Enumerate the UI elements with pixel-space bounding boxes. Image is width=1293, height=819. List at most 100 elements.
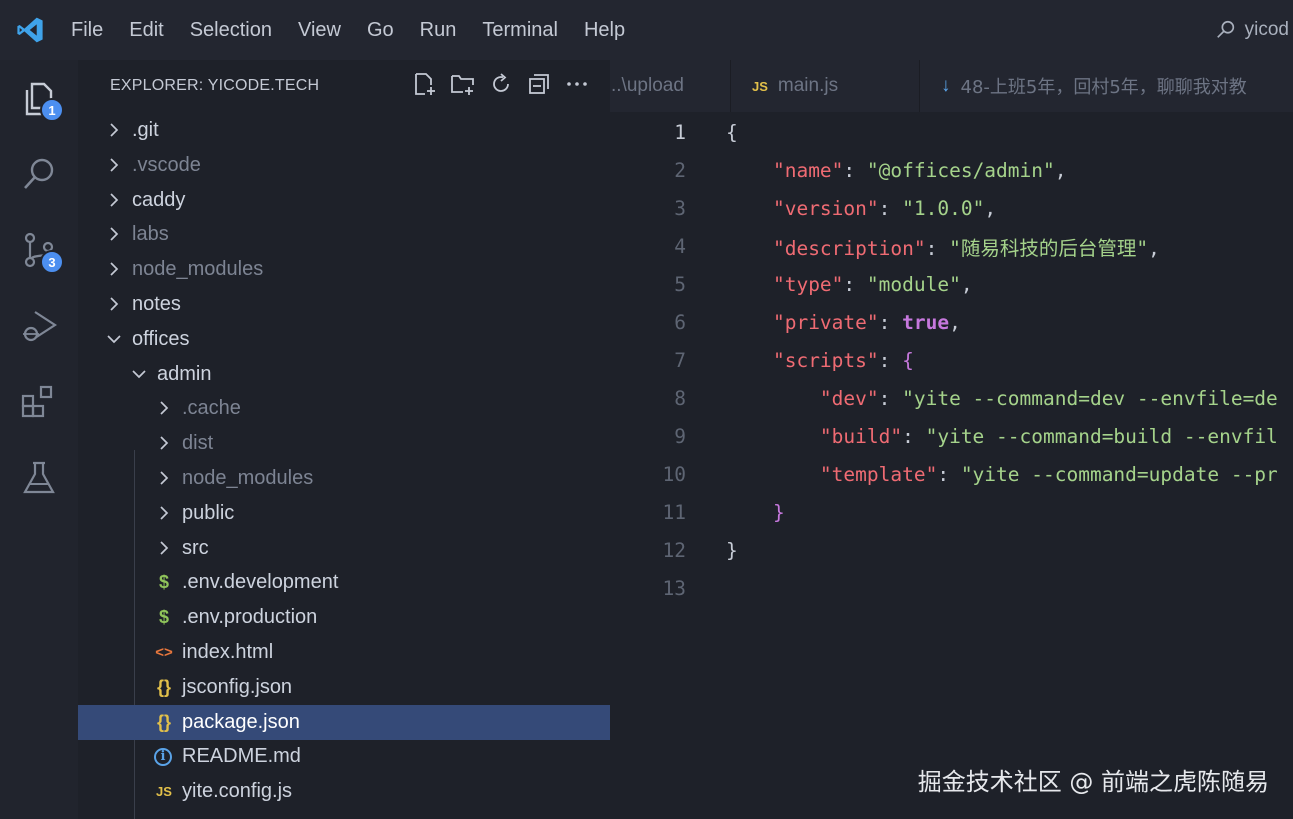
menu-run[interactable]: Run (407, 0, 470, 60)
tree-file-readme-md[interactable]: i README.md (78, 739, 610, 774)
code-line: 12} (610, 531, 1293, 569)
code-token: "private" (772, 310, 879, 334)
chevron-right-icon (110, 123, 119, 137)
menu-edit[interactable]: Edit (116, 0, 176, 60)
code-token: : (925, 236, 950, 260)
tree-folder-offices[interactable]: offices (78, 322, 610, 357)
code-token: { (726, 120, 738, 144)
menu-bar: File Edit Selection View Go Run Terminal Help (58, 0, 638, 60)
activity-source-control[interactable]: 3 (0, 212, 78, 288)
code-text: } (726, 539, 738, 562)
code-token: } (772, 500, 785, 524)
tree-file-package-json[interactable]: {} package.json (78, 704, 610, 740)
tab-main-js[interactable]: JS main.js (731, 60, 919, 112)
testing-icon (23, 461, 55, 494)
tree-folder-public[interactable]: public (78, 496, 610, 531)
code-text: "scripts": { (726, 349, 914, 372)
menu-view[interactable]: View (285, 0, 354, 60)
editor-tab-bar: ..\upload JS main.js ↓ 48-上班5年，回村5年，聊聊我对… (610, 60, 1293, 112)
code-token: "module" (866, 272, 961, 296)
code-token: , (1148, 236, 1160, 260)
chevron-right-icon (110, 158, 119, 172)
info-file-icon: i (154, 747, 172, 766)
code-line: 7 "scripts": { (610, 341, 1293, 379)
chevron-down-icon (132, 369, 146, 378)
code-token: : (878, 310, 903, 334)
code-token: "随易科技的后台管理" (949, 236, 1149, 260)
code-line: 6 "private": true, (610, 303, 1293, 341)
menu-selection[interactable]: Selection (177, 0, 285, 60)
explorer-actions (411, 70, 590, 97)
tree-folder-cache[interactable]: .cache (78, 391, 610, 426)
code-line: 10 "template": "yite --command=update --… (610, 455, 1293, 493)
line-number: 1 (674, 120, 686, 144)
explorer-badge: 1 (40, 98, 64, 122)
tree-item-label: .env.development (182, 571, 339, 594)
chevron-right-icon (110, 297, 119, 311)
new-folder-button[interactable] (449, 70, 476, 97)
tree-file-index-html[interactable]: <> index.html (78, 635, 610, 670)
tree-folder-node-modules[interactable]: node_modules (78, 461, 610, 496)
code-token: "build" (819, 424, 903, 448)
activity-extensions[interactable] (0, 364, 78, 440)
tree-item-label: dist (182, 432, 214, 455)
code-token: "template" (819, 462, 938, 486)
source-control-badge: 3 (40, 250, 64, 274)
activity-testing[interactable] (0, 440, 78, 516)
tree-folder-dist[interactable]: dist (78, 426, 610, 461)
refresh-button[interactable] (487, 70, 514, 97)
menu-help[interactable]: Help (571, 0, 638, 60)
tree-folder-notes[interactable]: notes (78, 287, 610, 322)
activity-run-debug[interactable] (0, 288, 78, 364)
tree-file-jsconfig-json[interactable]: {} jsconfig.json (78, 670, 610, 705)
tree-folder-src[interactable]: src (78, 531, 610, 566)
tree-file-yite-config-js[interactable]: JS yite.config.js (78, 774, 610, 809)
code-text: "dev": "yite --command=dev --envfile=de (726, 387, 1278, 410)
menu-file[interactable]: File (58, 0, 116, 60)
code-token: : (843, 272, 867, 296)
tree-item-label: .git (132, 119, 159, 141)
code-token: "dev" (819, 386, 879, 410)
json-file-icon: {} (156, 711, 171, 732)
tree-folder-git[interactable]: .git (78, 113, 610, 148)
tab-upload-label: ..\upload (611, 75, 684, 96)
command-center[interactable]: yicod (1215, 0, 1293, 60)
new-file-button[interactable] (411, 70, 438, 97)
line-number: 2 (674, 158, 686, 182)
tree-item-label: admin (157, 362, 212, 385)
code-token: true (902, 310, 950, 334)
tree-item-label: jsconfig.json (182, 675, 293, 698)
collapse-all-button[interactable] (525, 70, 552, 97)
chevron-right-icon (160, 506, 169, 520)
tree-file-env-development[interactable]: $ .env.development (78, 565, 610, 600)
tab-markdown[interactable]: ↓ 48-上班5年，回村5年，聊聊我对教 (920, 60, 1293, 112)
tab-upload[interactable]: ..\upload (610, 60, 730, 112)
code-line: 8 "dev": "yite --command=dev --envfile=d… (610, 379, 1293, 417)
tree-folder-vscode[interactable]: .vscode (78, 148, 610, 183)
js-file-icon: JS (752, 78, 768, 94)
tree-folder-caddy[interactable]: caddy (78, 183, 610, 218)
code-token: , (984, 196, 997, 220)
tree-folder-node-modules[interactable]: node_modules (78, 252, 610, 287)
menu-go[interactable]: Go (354, 0, 407, 60)
html-file-icon: <> (155, 644, 173, 661)
tree-folder-labs[interactable]: labs (78, 217, 610, 252)
code-text: } (726, 501, 785, 524)
explorer-title: EXPLORER: YICODE.TECH (110, 77, 320, 94)
code-line: 1{ (610, 113, 1293, 151)
watermark-text: 掘金技术社区 @ 前端之虎陈随易 (917, 768, 1269, 796)
chevron-right-icon (160, 401, 169, 415)
tree-folder-admin[interactable]: admin (78, 357, 610, 392)
code-editor[interactable]: 1{2 "name": "@offices/admin", 3 "version"… (610, 112, 1293, 819)
more-actions-button[interactable] (563, 70, 590, 97)
tree-file-env-production[interactable]: $ .env.production (78, 600, 610, 635)
activity-search[interactable] (0, 136, 78, 212)
tree-item-label: node_modules (182, 467, 314, 489)
code-text: "description": "随易科技的后台管理", (726, 232, 1160, 261)
activity-explorer[interactable]: 1 (0, 60, 78, 136)
menu-terminal[interactable]: Terminal (469, 0, 571, 60)
code-token: : (843, 158, 867, 182)
